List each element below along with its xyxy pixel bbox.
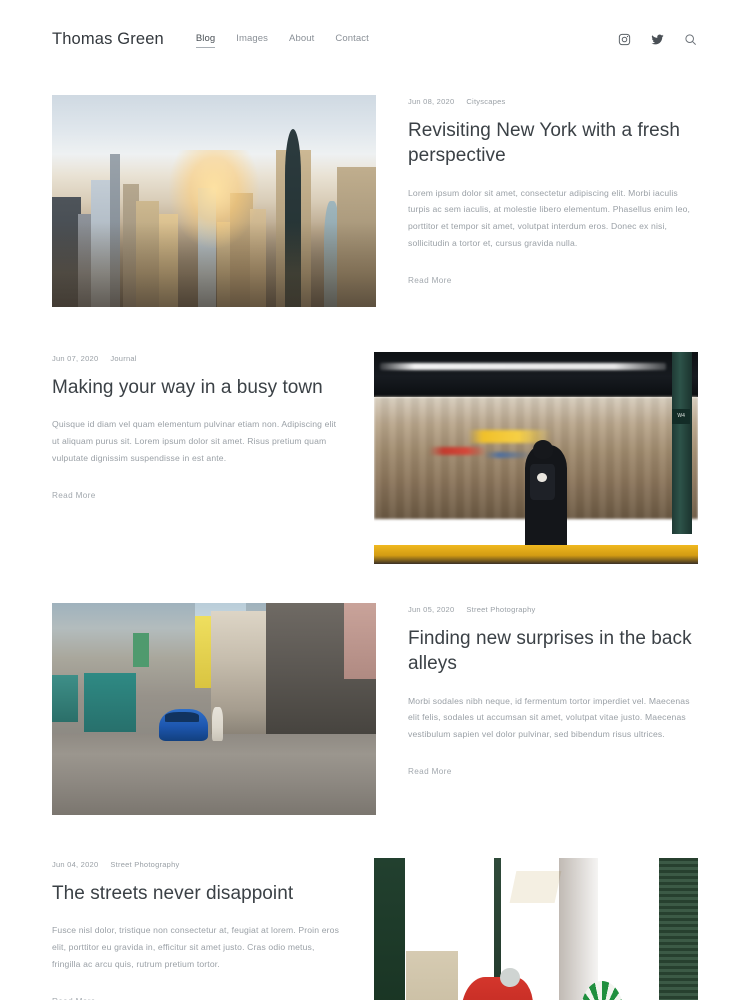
post-card: Jun 05, 2020 Street Photography Finding … <box>0 603 750 815</box>
read-more-link[interactable]: Read More <box>408 767 452 776</box>
post-content: Jun 07, 2020 Journal Making your way in … <box>0 352 374 564</box>
post-title[interactable]: Revisiting New York with a fresh perspec… <box>408 118 698 169</box>
subway-platform-image: W4 <box>374 352 698 564</box>
post-title[interactable]: Finding new surprises in the back alleys <box>408 626 698 677</box>
nav-item-images[interactable]: Images <box>236 33 268 47</box>
post-meta: Jun 05, 2020 Street Photography <box>408 605 698 614</box>
read-more-link[interactable]: Read More <box>52 491 96 500</box>
platform-sign-label: W4 <box>672 409 691 425</box>
post-date: Jun 05, 2020 <box>408 605 455 614</box>
post-category[interactable]: Street Photography <box>110 860 179 869</box>
post-meta: Jun 08, 2020 Cityscapes <box>408 97 698 106</box>
post-date: Jun 08, 2020 <box>408 97 455 106</box>
post-card: Jun 08, 2020 Cityscapes Revisiting New Y… <box>0 95 750 307</box>
post-excerpt: Fusce nisl dolor, tristique non consecte… <box>52 925 340 969</box>
post-excerpt: Quisque id diam vel quam elementum pulvi… <box>52 419 337 463</box>
nav-item-about[interactable]: About <box>289 33 314 47</box>
site-header: Thomas Green Blog Images About Contact <box>0 0 750 78</box>
post-excerpt: Lorem ipsum dolor sit amet, consectetur … <box>408 187 691 248</box>
post-content: Jun 08, 2020 Cityscapes Revisiting New Y… <box>376 95 750 307</box>
post-meta: Jun 07, 2020 Journal <box>52 354 343 363</box>
instagram-icon[interactable] <box>617 32 632 47</box>
post-thumbnail[interactable] <box>52 95 376 307</box>
post-excerpt: Morbi sodales nibh neque, id fermentum t… <box>408 695 690 740</box>
read-more-link[interactable]: Read More <box>52 997 96 1000</box>
post-category[interactable]: Cityscapes <box>466 97 505 106</box>
main-navigation: Blog Images About Contact <box>195 31 369 48</box>
post-card: W4 Jun 07, 2020 Journal Making your way … <box>0 352 750 564</box>
post-title[interactable]: Making your way in a busy town <box>52 375 343 400</box>
twitter-icon[interactable] <box>650 32 665 47</box>
post-content: Jun 04, 2020 Street Photography The stre… <box>0 858 374 1000</box>
nav-item-contact[interactable]: Contact <box>335 33 368 47</box>
new-york-skyline-image <box>52 95 376 307</box>
post-category[interactable]: Street Photography <box>466 605 535 614</box>
post-card: Jun 04, 2020 Street Photography The stre… <box>0 858 750 1000</box>
nav-item-blog[interactable]: Blog <box>195 33 216 48</box>
search-icon[interactable] <box>683 32 698 47</box>
post-thumbnail[interactable] <box>374 858 698 1000</box>
post-date: Jun 07, 2020 <box>52 354 99 363</box>
havana-alley-image <box>52 603 376 815</box>
site-brand[interactable]: Thomas Green <box>52 30 164 49</box>
read-more-link[interactable]: Read More <box>408 276 452 285</box>
post-thumbnail[interactable] <box>52 603 376 815</box>
red-scooter-image <box>374 858 698 1000</box>
post-meta: Jun 04, 2020 Street Photography <box>52 860 343 869</box>
header-tools <box>617 32 698 47</box>
post-title[interactable]: The streets never disappoint <box>52 881 343 906</box>
post-thumbnail[interactable]: W4 <box>374 352 698 564</box>
post-category[interactable]: Journal <box>110 354 136 363</box>
post-date: Jun 04, 2020 <box>52 860 99 869</box>
post-content: Jun 05, 2020 Street Photography Finding … <box>376 603 750 815</box>
